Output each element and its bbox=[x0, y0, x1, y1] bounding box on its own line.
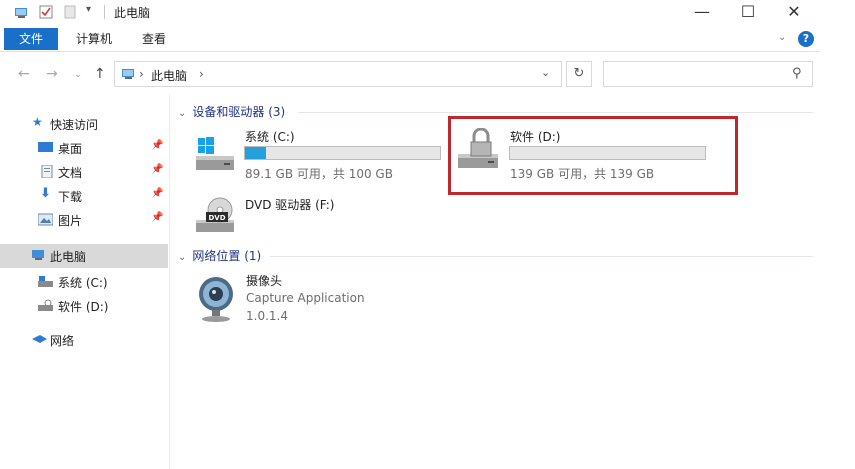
tab-computer[interactable]: 计算机 bbox=[76, 28, 112, 50]
ribbon: 文件 计算机 查看 ⌄ ? bbox=[0, 26, 820, 52]
search-icon: ⚲ bbox=[792, 66, 802, 81]
navigation-pane: ★ 快速访问 桌面 📌 文档 📌 ⬇ 下载 📌 图片 📌 此电脑 系统 (C:)… bbox=[0, 94, 170, 469]
maximize-button[interactable]: ☐ bbox=[725, 0, 771, 26]
sidebar-item-label: 网络 bbox=[50, 334, 75, 348]
sidebar-item-drive-c[interactable]: 系统 (C:) bbox=[0, 270, 168, 294]
dvd-drive-icon: DVD bbox=[196, 197, 234, 232]
new-folder-icon[interactable] bbox=[62, 4, 78, 20]
pin-icon[interactable]: 📌 bbox=[151, 188, 163, 199]
drive-name: 系统 (C:) bbox=[245, 130, 295, 144]
network-item-camera[interactable]: 摄像头 Capture Application 1.0.1.4 bbox=[190, 268, 450, 328]
annotation-highlight-box bbox=[448, 116, 738, 195]
breadcrumb-this-pc[interactable]: 此电脑 bbox=[151, 67, 187, 84]
window-title: 此电脑 bbox=[114, 6, 151, 20]
close-button[interactable]: ✕ bbox=[771, 0, 817, 26]
desktop-icon bbox=[38, 142, 53, 152]
forward-arrow-icon[interactable]: → bbox=[46, 66, 58, 82]
item-name: 摄像头 bbox=[246, 274, 283, 288]
sidebar-item-downloads[interactable]: ⬇ 下载 📌 bbox=[0, 184, 168, 208]
expand-ribbon-icon[interactable]: ⌄ bbox=[778, 32, 786, 43]
tab-view[interactable]: 查看 bbox=[142, 28, 166, 50]
group-divider bbox=[270, 256, 813, 257]
title-separator bbox=[104, 5, 105, 19]
dvd-badge: DVD bbox=[208, 214, 225, 222]
sidebar-item-label: 软件 (D:) bbox=[58, 300, 109, 314]
computer-icon bbox=[32, 250, 44, 260]
page-margin bbox=[820, 0, 855, 469]
address-bar[interactable]: › 此电脑 › ⌄ bbox=[114, 61, 562, 87]
file-explorer-window: ▾ 此电脑 — ☐ ✕ 文件 计算机 查看 ⌄ ? ← → ⌄ ↑ › 此电脑 … bbox=[0, 0, 820, 469]
drive-tile-c[interactable]: 系统 (C:) 89.1 GB 可用，共 100 GB bbox=[190, 124, 450, 184]
sidebar-item-this-pc[interactable]: 此电脑 bbox=[0, 244, 168, 268]
customize-toolbar-icon[interactable]: ▾ bbox=[86, 4, 91, 15]
document-icon bbox=[41, 165, 53, 178]
drive-icon bbox=[38, 299, 53, 311]
pictures-icon bbox=[38, 213, 53, 226]
sidebar-item-label: 桌面 bbox=[58, 142, 83, 156]
group-header-devices[interactable]: ⌄ 设备和驱动器 (3) bbox=[178, 103, 285, 121]
sidebar-item-label: 此电脑 bbox=[50, 250, 87, 264]
computer-icon bbox=[15, 8, 27, 18]
title-bar: ▾ 此电脑 — ☐ ✕ bbox=[0, 0, 820, 26]
properties-check-icon[interactable] bbox=[38, 4, 54, 20]
sidebar-item-quick-access[interactable]: ★ 快速访问 bbox=[0, 112, 168, 136]
star-icon: ★ bbox=[32, 115, 43, 129]
download-icon: ⬇ bbox=[40, 186, 51, 201]
sidebar-item-desktop[interactable]: 桌面 📌 bbox=[0, 136, 168, 160]
recent-locations-icon[interactable]: ⌄ bbox=[74, 69, 82, 80]
group-header-network[interactable]: ⌄ 网络位置 (1) bbox=[178, 247, 261, 265]
usage-bar bbox=[244, 146, 441, 160]
item-version: 1.0.1.4 bbox=[246, 309, 288, 323]
sidebar-item-label: 图片 bbox=[58, 214, 83, 228]
breadcrumb-separator: › bbox=[139, 67, 144, 81]
pin-icon[interactable]: 📌 bbox=[151, 212, 163, 223]
collapse-chevron-icon[interactable]: ⌄ bbox=[178, 252, 186, 263]
help-icon[interactable]: ? bbox=[798, 31, 814, 47]
item-description: Capture Application bbox=[246, 291, 365, 305]
system-drive-icon bbox=[38, 276, 53, 287]
group-title: 设备和驱动器 (3) bbox=[192, 105, 286, 119]
sidebar-item-drive-d[interactable]: 软件 (D:) bbox=[0, 294, 168, 318]
drive-tile-dvd[interactable]: DVD DVD 驱动器 (F:) bbox=[190, 190, 450, 240]
breadcrumb-separator[interactable]: › bbox=[199, 67, 204, 81]
up-arrow-icon[interactable]: ↑ bbox=[94, 66, 106, 82]
search-input[interactable]: ⚲ bbox=[603, 61, 813, 87]
sidebar-item-label: 系统 (C:) bbox=[58, 276, 108, 290]
group-divider bbox=[298, 112, 813, 113]
windows-drive-icon bbox=[196, 137, 234, 170]
sidebar-item-label: 快速访问 bbox=[50, 118, 99, 132]
pin-icon[interactable]: 📌 bbox=[151, 164, 163, 175]
address-dropdown-icon[interactable]: ⌄ bbox=[541, 66, 550, 79]
drive-space: 89.1 GB 可用，共 100 GB bbox=[245, 167, 393, 181]
minimize-button[interactable]: — bbox=[679, 0, 725, 26]
group-title: 网络位置 (1) bbox=[192, 249, 262, 263]
tab-file[interactable]: 文件 bbox=[4, 28, 58, 50]
pin-icon[interactable]: 📌 bbox=[151, 140, 163, 151]
navigation-bar: ← → ⌄ ↑ › 此电脑 › ⌄ ↻ ⚲ bbox=[0, 52, 820, 94]
sidebar-item-documents[interactable]: 文档 📌 bbox=[0, 160, 168, 184]
webcam-icon bbox=[199, 277, 233, 322]
sidebar-item-label: 下载 bbox=[58, 190, 83, 204]
sidebar-item-network[interactable]: 网络 bbox=[0, 328, 168, 352]
network-icon bbox=[32, 335, 47, 343]
back-arrow-icon[interactable]: ← bbox=[18, 66, 30, 82]
drive-name: DVD 驱动器 (F:) bbox=[245, 198, 335, 212]
computer-icon bbox=[122, 69, 134, 79]
sidebar-item-label: 文档 bbox=[58, 166, 83, 180]
sidebar-item-pictures[interactable]: 图片 📌 bbox=[0, 208, 168, 232]
collapse-chevron-icon[interactable]: ⌄ bbox=[178, 108, 186, 119]
refresh-button[interactable]: ↻ bbox=[566, 61, 592, 87]
usage-bar-fill bbox=[245, 147, 267, 159]
